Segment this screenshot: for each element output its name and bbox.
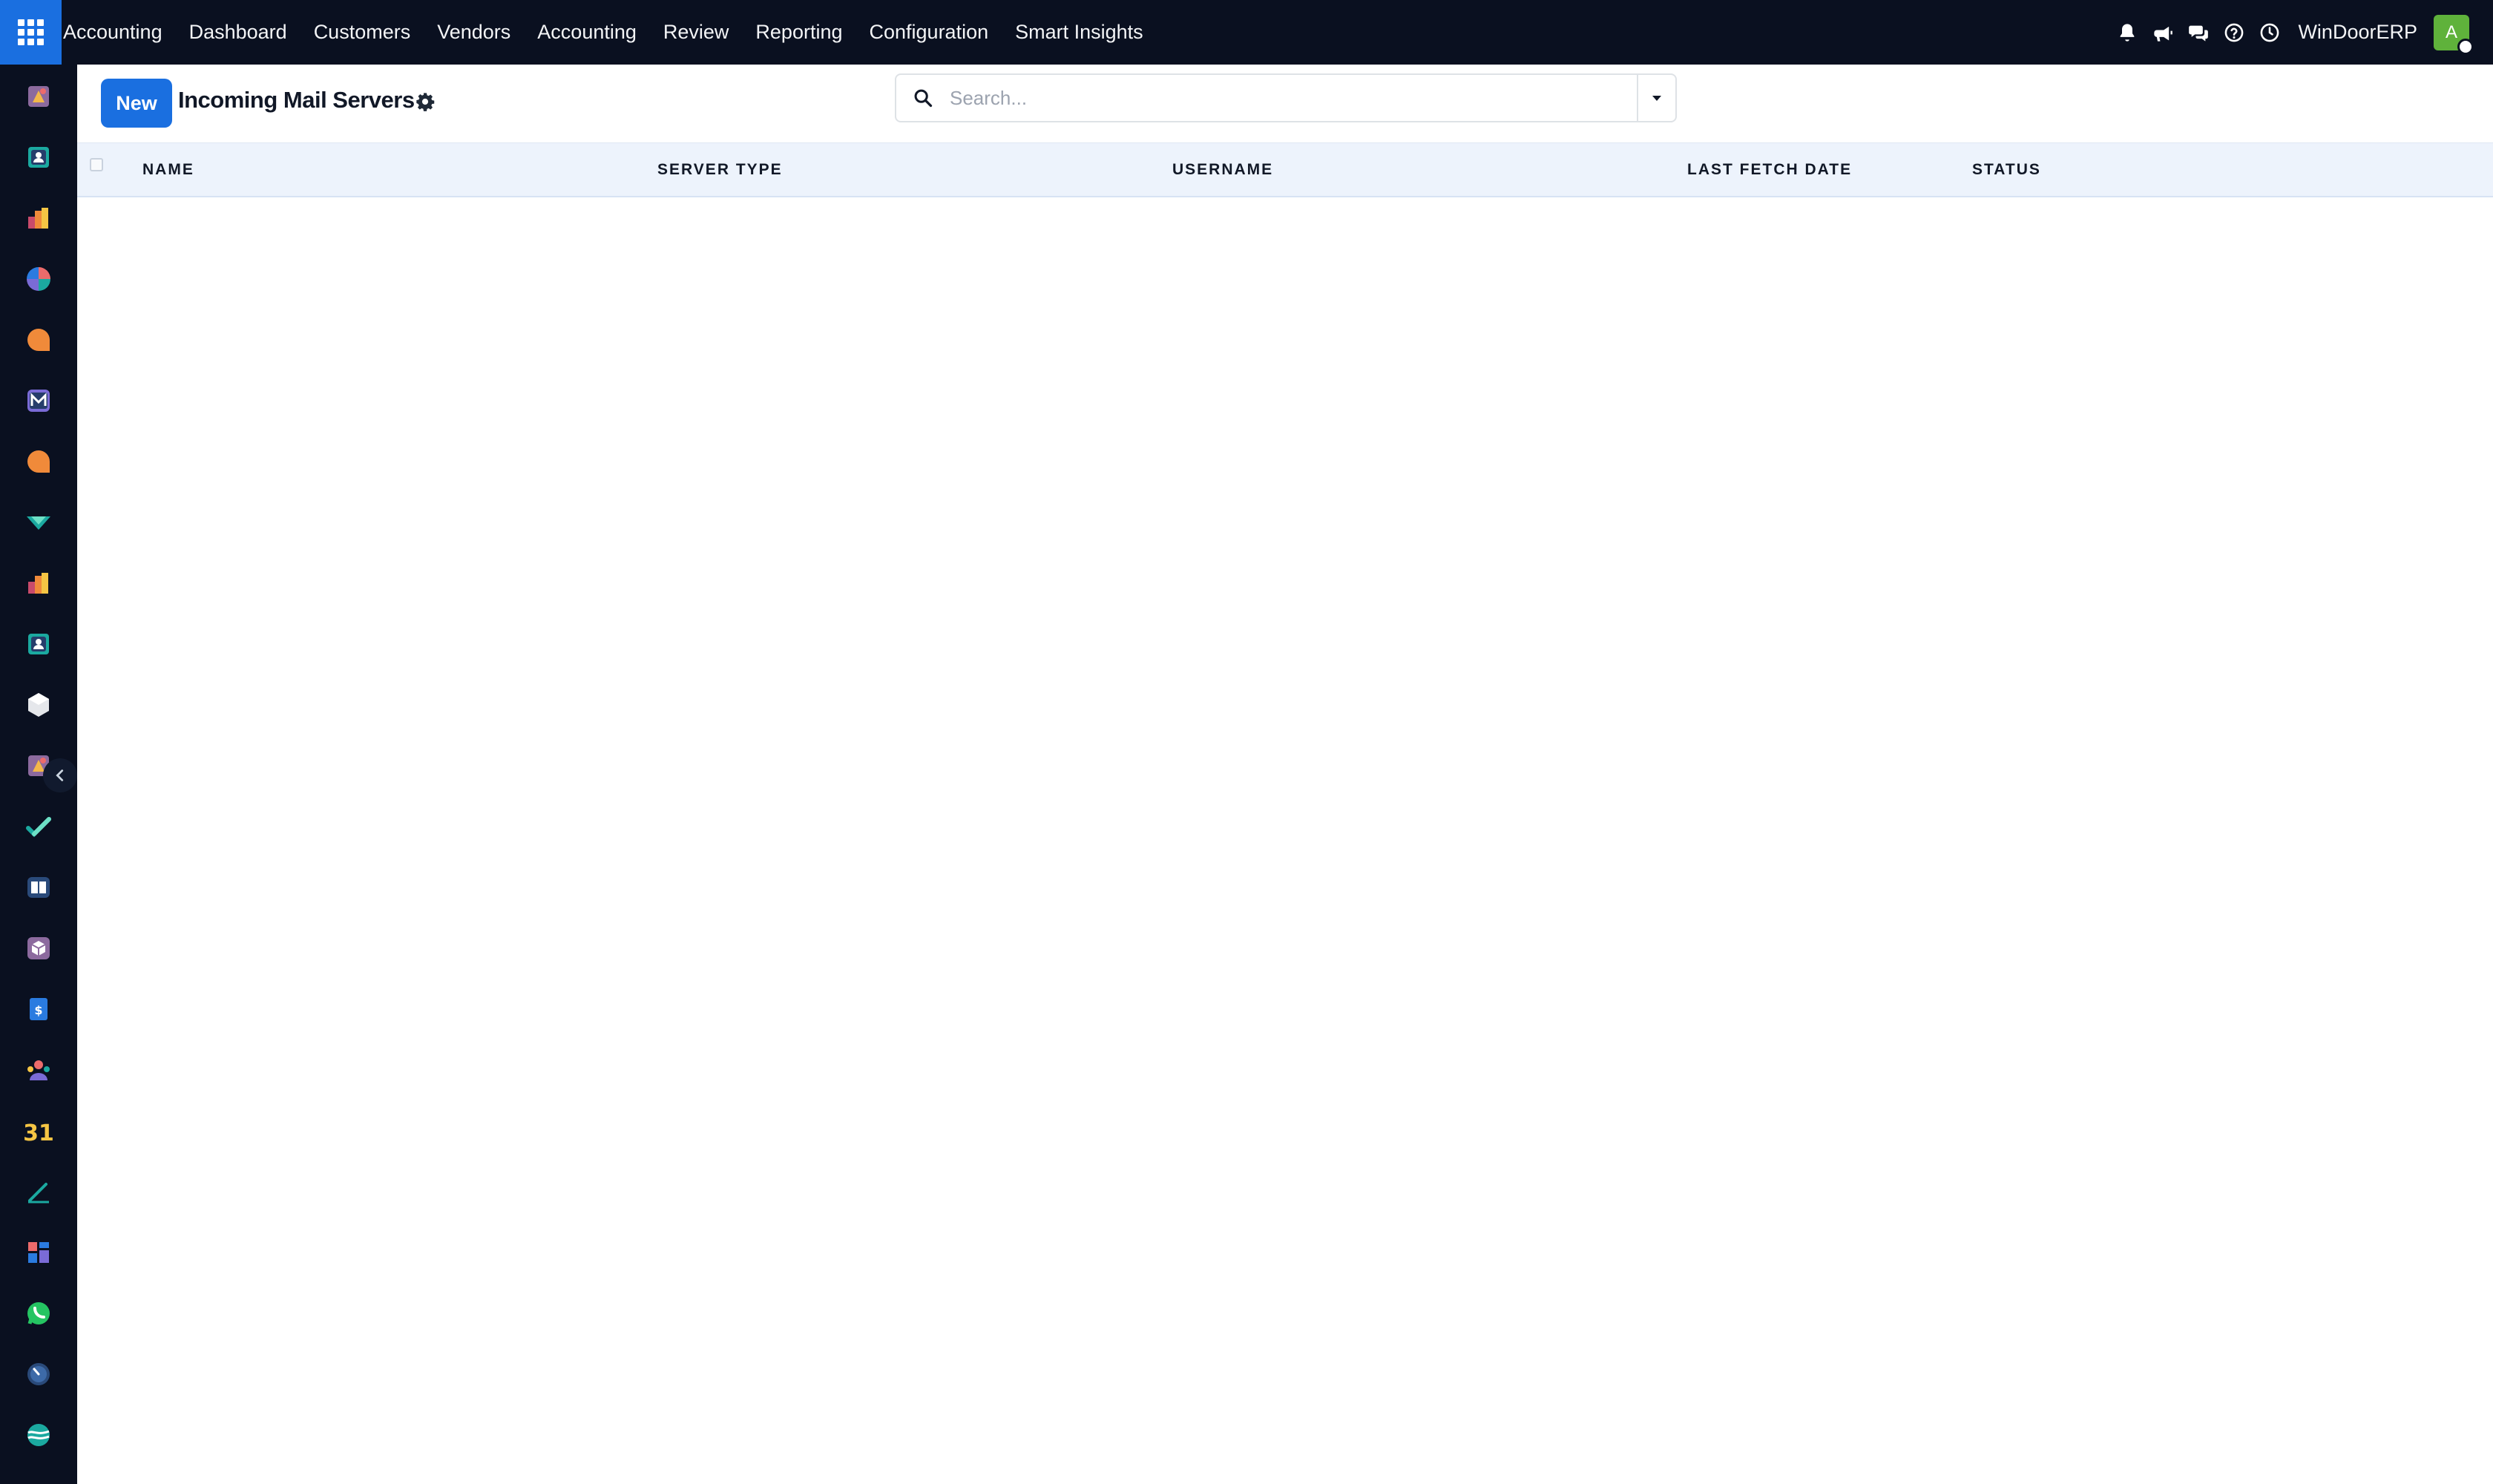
accounting-app-icon[interactable] — [22, 202, 55, 234]
list-header: NAME SERVER TYPE USERNAME LAST FETCH DAT… — [77, 142, 2493, 197]
column-header-name[interactable]: NAME — [142, 161, 194, 179]
presence-indicator — [2457, 38, 2474, 55]
expenses-app-icon[interactable]: $ — [22, 993, 55, 1025]
accounting-app-icon[interactable] — [22, 567, 55, 600]
column-header-last-fetch-date[interactable]: LAST FETCH DATE — [1687, 161, 1852, 179]
employees-app-icon[interactable] — [22, 1054, 55, 1086]
product-app-icon[interactable] — [22, 932, 55, 965]
sidebar-collapse-button[interactable] — [43, 758, 77, 792]
search-options-toggle[interactable] — [1637, 75, 1675, 121]
select-all-checkbox[interactable] — [90, 158, 103, 171]
discuss-app-icon[interactable] — [22, 263, 55, 295]
column-header-username[interactable]: USERNAME — [1172, 161, 1273, 179]
website-builder-app-icon[interactable] — [22, 1419, 55, 1451]
menu-smart-insights[interactable]: Smart Insights — [1002, 0, 1157, 65]
live-chat-app-icon[interactable] — [22, 324, 55, 356]
documents-app-icon[interactable] — [22, 80, 55, 113]
gear-icon[interactable] — [415, 91, 436, 112]
apps-menu-button[interactable] — [0, 0, 62, 65]
column-header-status[interactable]: STATUS — [1972, 161, 2041, 179]
main-menu: Accounting Dashboard Customers Vendors A… — [62, 0, 1157, 65]
calendar-app-icon[interactable]: 31 — [22, 1114, 55, 1147]
calendar-day: 31 — [24, 1120, 53, 1146]
search-icon[interactable] — [896, 75, 950, 121]
list-body — [77, 197, 2493, 1484]
help-icon[interactable] — [2216, 0, 2252, 65]
search-input[interactable] — [950, 75, 1637, 121]
website-app-icon[interactable] — [22, 506, 55, 539]
svg-text:$: $ — [34, 1003, 42, 1017]
contacts-app-icon[interactable] — [22, 628, 55, 660]
page-title: Incoming Mail Servers — [178, 87, 415, 113]
menu-dashboard[interactable]: Dashboard — [176, 0, 300, 65]
dashboards-app-icon[interactable] — [22, 1236, 55, 1269]
company-switcher[interactable]: WinDoorERP — [2298, 21, 2417, 44]
knowledge-app-icon[interactable] — [22, 871, 55, 904]
clock-icon[interactable] — [2252, 0, 2287, 65]
bell-icon[interactable] — [2109, 0, 2145, 65]
systray: WinDoorERP A — [2109, 0, 2493, 65]
menu-vendors[interactable]: Vendors — [424, 0, 524, 65]
sign-app-icon[interactable] — [22, 1175, 55, 1208]
new-button[interactable]: New — [101, 79, 172, 128]
user-avatar[interactable]: A — [2434, 14, 2474, 55]
menu-review[interactable]: Review — [650, 0, 743, 65]
top-navbar: Accounting Dashboard Customers Vendors A… — [0, 0, 2493, 65]
menu-customers[interactable]: Customers — [300, 0, 424, 65]
control-panel: New Incoming Mail Servers — [77, 65, 2493, 142]
app-sidebar: $ 31 — [0, 65, 77, 1484]
column-header-server-type[interactable]: SERVER TYPE — [657, 161, 783, 179]
contacts-app-icon[interactable] — [22, 141, 55, 174]
chevron-left-icon — [56, 769, 64, 781]
avatar-initial: A — [2445, 22, 2457, 42]
grid-icon — [18, 19, 44, 45]
menu-reporting[interactable]: Reporting — [742, 0, 855, 65]
todo-app-icon[interactable] — [22, 810, 55, 843]
menu-configuration[interactable]: Configuration — [856, 0, 1002, 65]
caret-down-icon — [1652, 96, 1661, 101]
inventory-app-icon[interactable] — [22, 689, 55, 721]
whatsapp-app-icon[interactable] — [22, 1297, 55, 1330]
search-bar — [895, 73, 1677, 122]
menu-brand-accounting[interactable]: Accounting — [62, 0, 176, 65]
megaphone-icon[interactable] — [2145, 0, 2181, 65]
chat-icon[interactable] — [2181, 0, 2216, 65]
timesheet-app-icon[interactable] — [22, 1358, 55, 1391]
live-chat-app-icon[interactable] — [22, 445, 55, 478]
menu-accounting[interactable]: Accounting — [524, 0, 650, 65]
email-marketing-app-icon[interactable] — [22, 384, 55, 417]
